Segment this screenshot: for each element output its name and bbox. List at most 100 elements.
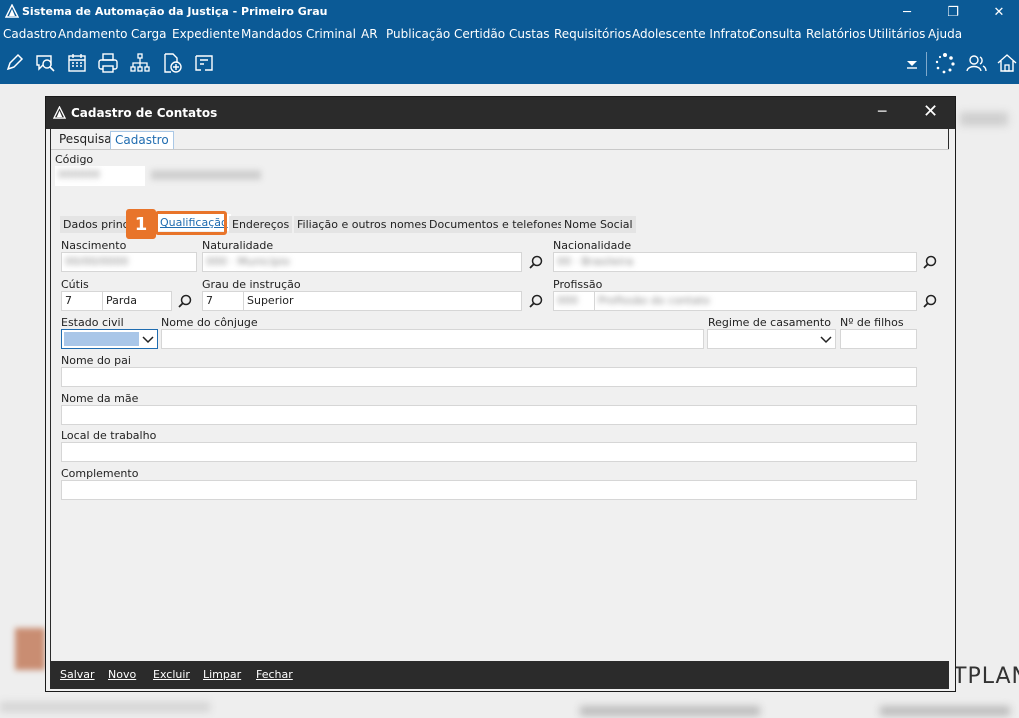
- complemento-field[interactable]: [61, 480, 917, 500]
- background-text: [960, 112, 1008, 126]
- calendar-icon[interactable]: [66, 52, 88, 74]
- grau-code-field[interactable]: 7: [202, 291, 244, 311]
- menu-utilitarios[interactable]: Utilitários: [868, 27, 925, 41]
- menu-cadastro[interactable]: Cadastro: [3, 27, 57, 41]
- nome-mae-label: Nome da mãe: [61, 392, 139, 405]
- nascimento-field[interactable]: 00/00/0000: [61, 252, 197, 272]
- dialog-minimize-button[interactable]: ─: [878, 104, 886, 120]
- dropdown-icon[interactable]: [901, 52, 923, 74]
- menu-bar: Cadastro Andamento Carga Expediente Mand…: [0, 24, 1019, 44]
- nacionalidade-field[interactable]: 00 · Brasileira: [553, 252, 917, 272]
- subtab-filiacao[interactable]: Filiação e outros nomes: [294, 216, 430, 233]
- naturalidade-field[interactable]: 000 · Município: [202, 252, 522, 272]
- subtab-enderecos[interactable]: Endereços: [229, 216, 293, 233]
- menu-adolescente-infrator[interactable]: Adolescente Infrator: [632, 27, 754, 41]
- nacionalidade-search-icon[interactable]: [922, 254, 938, 270]
- menu-custas[interactable]: Custas: [509, 27, 550, 41]
- naturalidade-label: Naturalidade: [202, 239, 274, 252]
- fechar-button[interactable]: Fechar: [256, 668, 293, 681]
- app-title: Sistema de Automação da Justiça - Primei…: [22, 5, 328, 18]
- background-text: [880, 706, 1010, 716]
- grau-search-icon[interactable]: [528, 293, 544, 309]
- add-document-icon[interactable]: [161, 52, 183, 74]
- nome-pai-field[interactable]: [61, 367, 917, 387]
- home-icon[interactable]: [996, 52, 1018, 74]
- menu-ajuda[interactable]: Ajuda: [928, 27, 962, 41]
- nome-mae-field[interactable]: [61, 405, 917, 425]
- dialog-logo-icon: [53, 106, 66, 119]
- subtab-nome-social[interactable]: Nome Social: [561, 216, 636, 233]
- toolbar: [0, 44, 1019, 84]
- loading-icon[interactable]: [934, 52, 956, 74]
- map-icon[interactable]: [193, 52, 215, 74]
- tab-pesquisa[interactable]: Pesquisa: [55, 131, 116, 148]
- brand-logo-text: TPLAN: [953, 664, 1019, 689]
- menu-requisitorios[interactable]: Requisitórios: [554, 27, 631, 41]
- profissao-code-field[interactable]: 000: [553, 291, 595, 311]
- menu-criminal[interactable]: Criminal: [306, 27, 356, 41]
- dialog-title: Cadastro de Contatos: [71, 106, 218, 120]
- step-callout-badge: 1: [126, 209, 156, 239]
- menu-andamento[interactable]: Andamento: [58, 27, 128, 41]
- contact-name-display: [151, 170, 261, 180]
- dialog-footer: Salvar Novo Excluir Limpar Fechar: [51, 661, 949, 689]
- menu-ar[interactable]: AR: [361, 27, 378, 41]
- menu-mandados[interactable]: Mandados: [241, 27, 303, 41]
- excluir-button[interactable]: Excluir: [153, 668, 190, 681]
- background-image: [15, 628, 45, 670]
- app-logo-icon: [5, 4, 19, 18]
- estado-civil-label: Estado civil: [61, 316, 124, 329]
- local-trabalho-label: Local de trabalho: [61, 429, 157, 442]
- close-button[interactable]: ✕: [976, 0, 1019, 24]
- tab-cadastro[interactable]: Cadastro: [110, 131, 174, 149]
- regime-casamento-label: Regime de casamento: [708, 316, 831, 329]
- dialog-close-button[interactable]: ✕: [923, 101, 938, 122]
- codigo-label: Código: [55, 153, 94, 166]
- app-titlebar: Sistema de Automação da Justiça - Primei…: [0, 0, 1019, 24]
- menu-carga[interactable]: Carga: [131, 27, 166, 41]
- nacionalidade-label: Nacionalidade: [553, 239, 632, 252]
- cutis-value-field[interactable]: Parda: [102, 291, 172, 311]
- numero-filhos-field[interactable]: [840, 329, 917, 349]
- cadastro-panel: Código 000000 Dados princ Qualificação E…: [51, 149, 949, 662]
- numero-filhos-label: Nº de filhos: [840, 316, 904, 329]
- menu-relatorios[interactable]: Relatórios: [806, 27, 866, 41]
- users-icon[interactable]: [966, 52, 988, 74]
- search-chat-icon[interactable]: [34, 52, 56, 74]
- complemento-label: Complemento: [61, 467, 139, 480]
- step-callout-highlight: [155, 211, 227, 235]
- subtab-dados-principais[interactable]: Dados princ: [60, 216, 132, 233]
- nome-conjuge-field[interactable]: [161, 329, 704, 349]
- restore-button[interactable]: ❐: [930, 0, 976, 24]
- naturalidade-search-icon[interactable]: [528, 254, 544, 270]
- cutis-label: Cútis: [61, 278, 89, 291]
- codigo-field[interactable]: 000000: [55, 166, 145, 186]
- menu-expediente[interactable]: Expediente: [172, 27, 240, 41]
- profissao-value-field[interactable]: Profissão do contato: [594, 291, 917, 311]
- menu-certidao[interactable]: Certidão: [454, 27, 505, 41]
- regime-casamento-select[interactable]: [707, 329, 836, 349]
- cutis-search-icon[interactable]: [177, 293, 193, 309]
- profissao-search-icon[interactable]: [922, 293, 938, 309]
- nome-conjuge-label: Nome do cônjuge: [161, 316, 258, 329]
- menu-consulta[interactable]: Consulta: [749, 27, 802, 41]
- chevron-down-icon: [820, 336, 832, 344]
- contacts-dialog: Cadastro de Contatos ─ ✕ Pesquisa Cadast…: [45, 96, 956, 692]
- cutis-code-field[interactable]: 7: [61, 291, 103, 311]
- estado-civil-select[interactable]: [61, 329, 158, 349]
- edit-icon[interactable]: [3, 52, 25, 74]
- grau-value-field[interactable]: Superior: [243, 291, 522, 311]
- menu-publicacao[interactable]: Publicação: [386, 27, 450, 41]
- minimize-button[interactable]: ─: [884, 0, 930, 24]
- limpar-button[interactable]: Limpar: [203, 668, 241, 681]
- toolbar-divider: [926, 52, 927, 76]
- profissao-label: Profissão: [553, 278, 603, 291]
- local-trabalho-field[interactable]: [61, 442, 917, 462]
- org-chart-icon[interactable]: [129, 52, 151, 74]
- salvar-button[interactable]: Salvar: [60, 668, 95, 681]
- printer-icon[interactable]: [97, 52, 119, 74]
- subtab-documentos[interactable]: Documentos e telefones: [426, 216, 567, 233]
- nome-pai-label: Nome do pai: [61, 354, 131, 367]
- novo-button[interactable]: Novo: [108, 668, 136, 681]
- dialog-titlebar: Cadastro de Contatos ─ ✕: [46, 97, 955, 129]
